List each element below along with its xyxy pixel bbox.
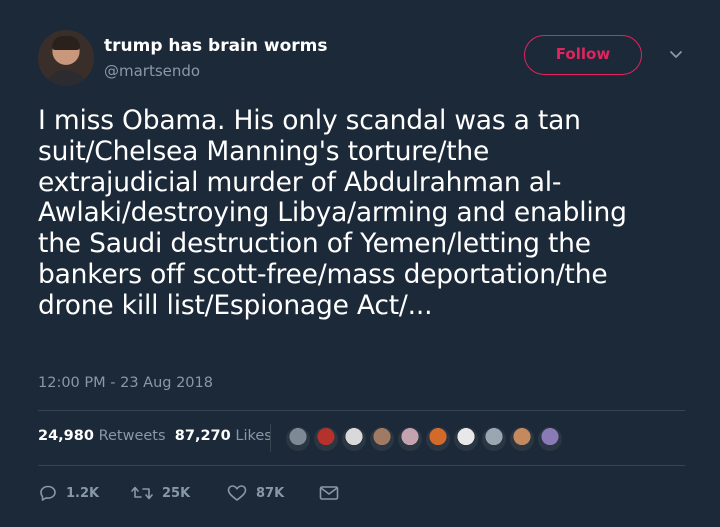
chevron-down-icon[interactable] bbox=[666, 44, 686, 64]
liker-avatar[interactable] bbox=[313, 426, 339, 452]
divider-bottom bbox=[38, 465, 685, 466]
liker-avatar[interactable] bbox=[509, 426, 535, 452]
avatar-hair bbox=[52, 36, 80, 50]
avatar-shirt bbox=[44, 70, 88, 86]
tweet-text: I miss Obama. His only scandal was a tan… bbox=[38, 105, 627, 321]
liker-avatar[interactable] bbox=[397, 426, 423, 452]
retweets-stat[interactable]: 24,980 Retweets bbox=[38, 428, 166, 444]
retweet-action[interactable]: 25K bbox=[130, 482, 190, 504]
liker-avatar[interactable] bbox=[481, 426, 507, 452]
display-name[interactable]: trump has brain worms bbox=[104, 36, 328, 56]
retweet-count: 25K bbox=[162, 485, 191, 501]
like-count: 87K bbox=[256, 485, 285, 501]
reply-count: 1.2K bbox=[66, 485, 100, 501]
message-icon bbox=[319, 486, 339, 500]
user-handle[interactable]: @martsendo bbox=[104, 62, 200, 80]
likes-count: 87,270 bbox=[174, 428, 231, 444]
tweet-timestamp[interactable]: 12:00 PM - 23 Aug 2018 bbox=[38, 375, 213, 391]
avatar[interactable] bbox=[38, 30, 94, 86]
stats-separator bbox=[270, 424, 271, 452]
retweets-count: 24,980 bbox=[38, 428, 94, 444]
liker-avatar[interactable] bbox=[537, 426, 563, 452]
reply-icon bbox=[40, 485, 56, 501]
liker-avatar[interactable] bbox=[341, 426, 367, 452]
message-action[interactable] bbox=[318, 482, 340, 504]
heart-icon bbox=[227, 485, 247, 501]
divider-top bbox=[38, 410, 685, 411]
liker-avatar[interactable] bbox=[453, 426, 479, 452]
liker-avatar[interactable] bbox=[425, 426, 451, 452]
likes-stat[interactable]: 87,270 Likes bbox=[175, 428, 272, 444]
retweets-label: Retweets bbox=[98, 428, 166, 444]
liker-avatar[interactable] bbox=[285, 426, 311, 452]
reply-action[interactable]: 1.2K bbox=[38, 482, 99, 504]
retweet-icon bbox=[131, 486, 153, 500]
engagement-stats: 24,980 Retweets 87,270 Likes bbox=[38, 428, 272, 450]
tweet-header: trump has brain worms @martsendo Follow bbox=[38, 30, 698, 90]
follow-button[interactable]: Follow bbox=[524, 35, 642, 75]
liker-avatar[interactable] bbox=[369, 426, 395, 452]
like-action[interactable]: 87K bbox=[226, 482, 284, 504]
likes-label: Likes bbox=[235, 428, 272, 444]
